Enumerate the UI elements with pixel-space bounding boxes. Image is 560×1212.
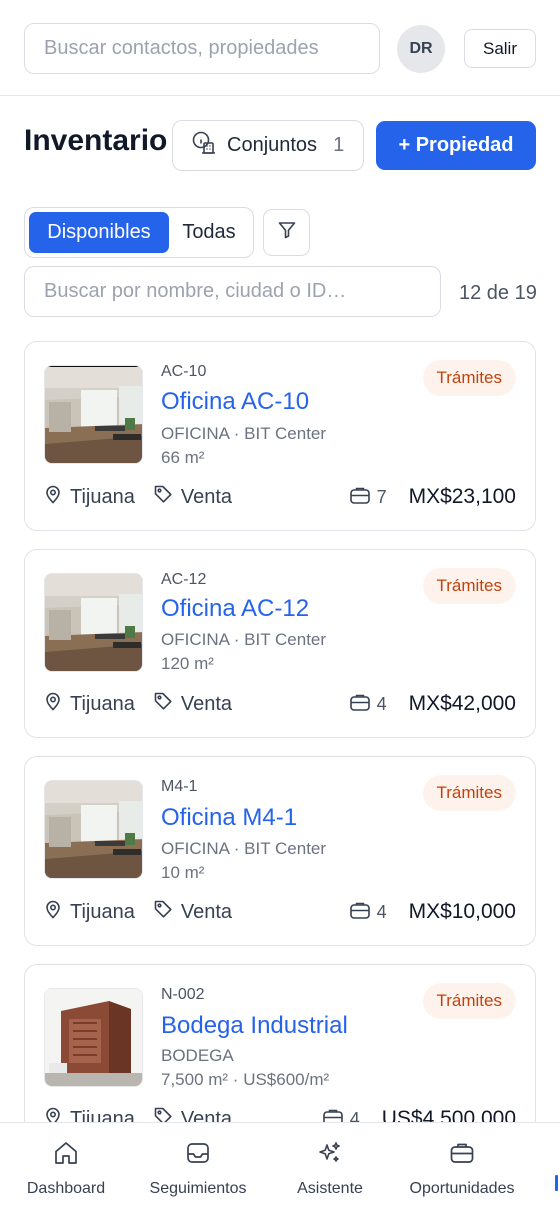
property-type: OFICINA <box>161 424 230 443</box>
property-project: BIT Center <box>244 630 327 649</box>
property-project: BIT Center <box>244 839 327 858</box>
briefcase-icon <box>349 900 371 925</box>
sparkles-icon <box>316 1139 344 1172</box>
property-meta: OFICINA · BIT Center <box>161 424 326 444</box>
meta-separator: · <box>233 630 245 649</box>
property-meta: OFICINA · BIT Center <box>161 839 326 859</box>
property-code: N-002 <box>161 986 205 1003</box>
briefcase-icon <box>322 1107 344 1122</box>
nav-dashboard[interactable]: Dashboard <box>22 1139 110 1198</box>
tag-icon <box>153 484 173 510</box>
property-code: M4-1 <box>161 778 198 795</box>
property-location: Tijuana <box>44 1106 135 1122</box>
property-price: US$4,500,000 <box>381 1107 516 1122</box>
property-area: 10 m² <box>161 863 205 882</box>
nav-label: Dashboard <box>26 1180 106 1197</box>
property-operation: Venta <box>153 1106 232 1122</box>
property-meta: OFICINA · BIT Center <box>161 630 326 650</box>
property-area: 7,500 m² · US$600/m² <box>161 1070 330 1089</box>
property-area: 66 m² <box>161 448 205 467</box>
tag-icon <box>153 899 173 925</box>
briefcase-icon <box>448 1139 476 1172</box>
nav-oportunidades[interactable]: Oportunidades <box>401 1139 523 1198</box>
operation-label: Venta <box>180 900 233 923</box>
property-location: Tijuana <box>44 484 135 510</box>
property-operation: Venta <box>153 484 232 510</box>
property-name-link[interactable]: Oficina AC-12 <box>161 595 309 623</box>
property-price: MX$10,000 <box>408 900 516 923</box>
property-card[interactable]: AC-12 Oficina AC-12 OFICINA · BIT Center… <box>24 549 536 738</box>
meta-separator: · <box>233 424 245 443</box>
map-pin-icon <box>44 484 62 510</box>
property-city: Tijuana <box>70 1107 135 1123</box>
property-photo <box>44 365 143 464</box>
nav-label: Asistente <box>297 1180 363 1197</box>
property-location: Tijuana <box>44 899 135 925</box>
property-operation: Venta <box>153 899 232 925</box>
home-icon <box>52 1139 80 1172</box>
property-footer: Tijuana Venta 4 MX$10,000 <box>44 897 516 927</box>
status-badge: Trámites <box>422 568 516 604</box>
opportunities-count: 4 <box>322 1107 360 1123</box>
property-name-link[interactable]: Oficina M4-1 <box>161 804 297 832</box>
operation-label: Venta <box>180 485 233 508</box>
property-price: MX$42,000 <box>408 692 516 715</box>
opportunities-count: 7 <box>349 485 387 510</box>
briefcase-icon <box>349 692 371 717</box>
property-photo <box>44 780 143 879</box>
property-footer: Tijuana Venta 7 MX$23,100 <box>44 482 516 512</box>
opportunities-count: 4 <box>349 692 387 717</box>
operation-label: Venta <box>180 692 233 715</box>
property-footer: Tijuana Venta 4 US$4,500,000 <box>44 1104 516 1122</box>
property-type: OFICINA <box>161 630 230 649</box>
property-name-link[interactable]: Oficina AC-10 <box>161 388 309 416</box>
property-code: AC-10 <box>161 363 207 380</box>
property-code: AC-12 <box>161 571 207 588</box>
nav-asistente[interactable]: Asistente <box>290 1139 370 1198</box>
map-pin-icon <box>44 899 62 925</box>
property-city: Tijuana <box>70 485 135 508</box>
meta-separator: · <box>233 839 245 858</box>
nav-overflow-indicator[interactable] <box>555 1175 558 1191</box>
property-card[interactable]: N-002 Bodega Industrial BODEGA 7,500 m² … <box>24 964 536 1122</box>
tag-icon <box>153 1106 173 1122</box>
status-badge: Trámites <box>422 775 516 811</box>
nav-label: Seguimientos <box>149 1180 247 1197</box>
property-list: AC-10 Oficina AC-10 OFICINA · BIT Center… <box>0 0 560 1122</box>
map-pin-icon <box>44 691 62 717</box>
opportunities-count: 4 <box>349 900 387 925</box>
property-location: Tijuana <box>44 691 135 717</box>
property-card[interactable]: AC-10 Oficina AC-10 OFICINA · BIT Center… <box>24 341 536 531</box>
property-operation: Venta <box>153 691 232 717</box>
property-project: BIT Center <box>244 424 327 443</box>
property-area: 120 m² <box>161 654 214 673</box>
opportunities-value: 4 <box>376 901 387 922</box>
property-city: Tijuana <box>70 692 135 715</box>
property-type: BODEGA <box>161 1046 234 1065</box>
property-photo <box>44 573 143 672</box>
operation-label: Venta <box>180 1107 233 1123</box>
inbox-icon <box>184 1139 212 1172</box>
opportunities-value: 4 <box>376 693 387 714</box>
property-footer: Tijuana Venta 4 MX$42,000 <box>44 689 516 719</box>
property-photo <box>44 988 143 1087</box>
property-price: MX$23,100 <box>408 485 516 508</box>
status-badge: Trámites <box>422 360 516 396</box>
property-card[interactable]: M4-1 Oficina M4-1 OFICINA · BIT Center 1… <box>24 756 536 946</box>
briefcase-icon <box>349 485 371 510</box>
tag-icon <box>153 691 173 717</box>
nav-label: Oportunidades <box>409 1180 515 1197</box>
map-pin-icon <box>44 1106 62 1122</box>
nav-seguimientos[interactable]: Seguimientos <box>142 1139 254 1198</box>
opportunities-value: 4 <box>349 1108 360 1123</box>
bottom-navigation: Dashboard Seguimientos Asistente Oportun… <box>0 1122 560 1212</box>
property-city: Tijuana <box>70 900 135 923</box>
property-name-link[interactable]: Bodega Industrial <box>161 1012 348 1040</box>
opportunities-value: 7 <box>376 486 387 507</box>
status-badge: Trámites <box>422 983 516 1019</box>
property-type: OFICINA <box>161 839 230 858</box>
